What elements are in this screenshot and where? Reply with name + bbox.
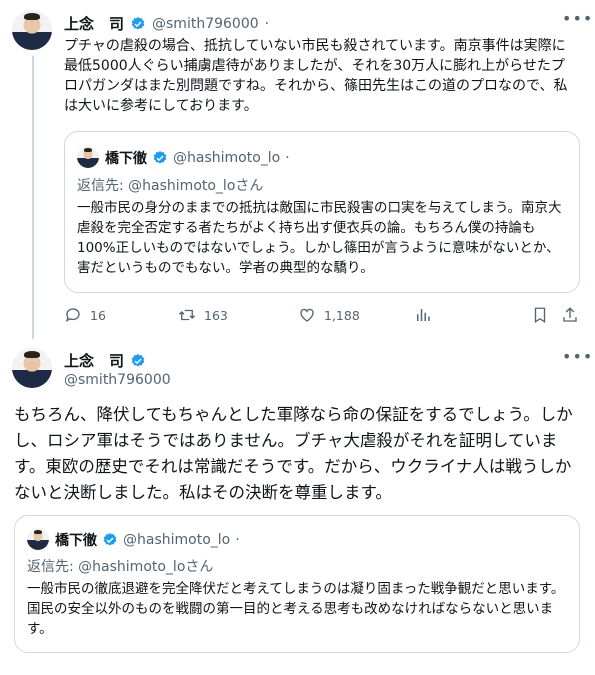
tweet2-text: もちろん、降伏してもちゃんとした軍隊なら命の保証をするでしょう。しかし、ロシア軍… [14,405,573,502]
quote-text: 一般市民の徹底退避を完全降伏だと考えてしまうのは凝り固まった戦争観だと思います。… [27,581,565,637]
quoted-tweet[interactable]: 橋下徹 @hashimoto_lo · 返信先: @hashimoto_loさん… [64,131,580,293]
quote-avatar [27,528,49,550]
tweet1-header: 上念 司 @smith796000 · [64,13,269,34]
reply-icon [65,308,80,323]
separator-dot: · [264,15,270,32]
avatar[interactable] [12,348,52,388]
views-bar-icon [417,309,430,321]
separator-dot: · [285,150,290,166]
views-button[interactable] [414,306,432,324]
verified-badge-icon [131,16,145,30]
author-handle[interactable]: @smith796000 [64,372,171,388]
quoted-tweet[interactable]: 橋下徹 @hashimoto_lo · 返信先: @hashimoto_loさん… [14,515,580,653]
author-name[interactable]: 上念 司 [64,13,124,34]
retweet-count: 163 [204,307,228,323]
author-name[interactable]: 上念 司 [64,350,124,371]
more-dots-icon[interactable]: ••• [562,347,593,366]
tweet2-header: 上念 司 [64,350,146,371]
bookmark-icon [534,307,546,324]
quote-author-name: 橋下徹 [105,151,147,167]
avatar[interactable] [12,10,52,50]
separator-dot: · [235,532,240,548]
like-button[interactable]: 1,188 [298,306,360,324]
verified-badge-icon [131,353,145,367]
reply-count: 16 [90,307,106,323]
share-button[interactable] [561,306,579,324]
reply-button[interactable]: 16 [64,306,106,324]
quote-author-handle: @hashimoto_lo [123,532,231,548]
verified-badge-icon [103,533,117,546]
bookmark-button[interactable] [531,306,549,324]
reply-to-label: 返信先: @hashimoto_loさん [77,178,264,194]
retweet-button[interactable]: 163 [178,306,228,324]
reply-to-label: 返信先: @hashimoto_loさん [27,559,214,575]
author-handle[interactable]: @smith796000 [152,16,259,32]
heart-icon [300,308,314,322]
thread-connector-line [32,56,34,339]
quote-avatar [77,146,99,168]
share-icon [563,307,577,322]
tweet1-text: プチャの虐殺の場合、抵抗していない市民も殺されています。南京事件は実際に最低50… [64,38,568,114]
retweet-icon [179,309,195,321]
quote-author-handle: @hashimoto_lo [173,150,281,166]
quote-header: 橋下徹 @hashimoto_lo · [55,530,240,550]
quote-author-name: 橋下徹 [55,533,97,549]
more-dots-icon[interactable]: ••• [562,9,593,28]
quote-text: 一般市民の身分のままでの抵抗は敵国に市民殺害の口実を与えてしまう。南京大虐殺を完… [77,200,562,276]
quote-header: 橋下徹 @hashimoto_lo · [105,148,290,168]
like-count: 1,188 [324,307,360,323]
verified-badge-icon [153,151,167,164]
